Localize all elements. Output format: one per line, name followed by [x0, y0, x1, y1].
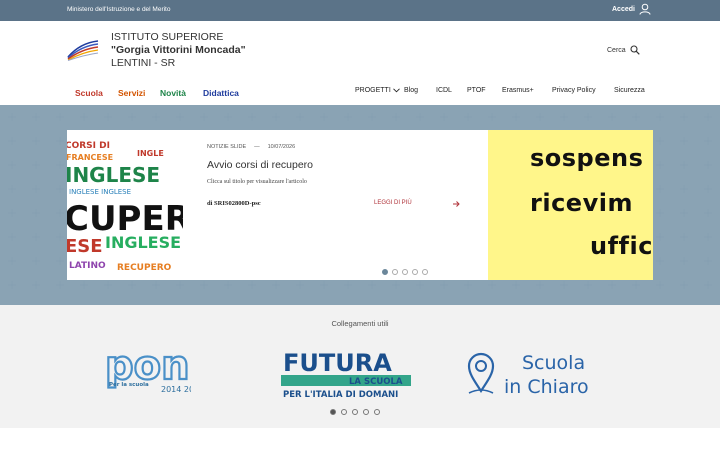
slide-separator: — — [254, 144, 260, 150]
slider-dots — [382, 269, 428, 275]
search-button[interactable]: Cerca — [607, 45, 640, 55]
slide-meta: NOTIZIE SLIDE — 10/07/2026 — [207, 144, 467, 150]
slider-dot[interactable] — [412, 269, 418, 275]
svg-text:INGLESE: INGLESE — [67, 163, 160, 187]
slide-content: NOTIZIE SLIDE — 10/07/2026 Avvio corsi d… — [207, 144, 467, 185]
nav-erasmus[interactable]: Erasmus+ — [502, 87, 552, 94]
school-name-line1: ISTITUTO SUPERIORE — [111, 31, 224, 43]
nav-sicurezza[interactable]: Sicurezza — [614, 87, 645, 94]
links-dot[interactable] — [330, 409, 336, 415]
school-name-line2: "Gorgia Vittorini Moncada" — [111, 44, 246, 56]
ministry-link[interactable]: Ministero dell'Istruzione e del Merito — [67, 6, 170, 13]
user-icon — [639, 3, 651, 15]
pon-logo-subtitle: Per la scuola — [109, 382, 149, 388]
slide-card: CORSI DI FRANCESE INGLESE CUPERO ESE ING… — [67, 130, 488, 280]
login-button[interactable]: Accedi — [612, 3, 651, 15]
scuola-in-chiaro-logo[interactable]: Scuola in Chiaro — [467, 349, 627, 399]
nav-novita[interactable]: Novità — [160, 88, 203, 98]
main-nav: Scuola Servizi Novità Didattica — [75, 88, 239, 98]
useful-links-title: Collegamenti utili — [331, 319, 389, 328]
futura-subtitle1: LA SCUOLA — [349, 377, 403, 387]
svg-text:LATINO: LATINO — [69, 261, 106, 271]
recupero-word-cloud: CORSI DI FRANCESE INGLESE CUPERO ESE ING… — [67, 141, 183, 273]
slider-dot[interactable] — [382, 269, 388, 275]
nav-progetti[interactable]: PROGETTI — [355, 87, 404, 94]
useful-links: Collegamenti utili pon Per la scuola 201… — [0, 305, 720, 428]
svg-text:INGLESE: INGLESE — [105, 233, 181, 252]
links-dot[interactable] — [363, 409, 369, 415]
arrow-right-icon — [452, 201, 460, 207]
nav-didattica[interactable]: Didattica — [203, 88, 239, 98]
svg-text:FRANCESE: FRANCESE — [67, 153, 113, 162]
preview-line2: ricevim — [530, 189, 633, 217]
school-name-line3: LENTINI - SR — [111, 57, 176, 69]
links-dots — [330, 409, 380, 415]
nav-servizi[interactable]: Servizi — [118, 88, 160, 98]
nav-progetti-label: PROGETTI — [355, 87, 391, 94]
svg-text:INGLE: INGLE — [137, 149, 164, 158]
next-slide-preview[interactable]: sospens ricevim uffic — [488, 130, 653, 280]
slide-description: Clicca sul titolo per visualizzare l'art… — [207, 179, 307, 185]
site-header: ISTITUTO SUPERIORE "Gorgia Vittorini Mon… — [0, 21, 720, 105]
secondary-nav: PROGETTI Blog ICDL PTOF Erasmus+ Privacy… — [355, 87, 645, 94]
search-icon — [630, 45, 640, 55]
top-bar: Ministero dell'Istruzione e del Merito A… — [0, 0, 720, 21]
links-dot[interactable] — [374, 409, 380, 415]
svg-text:ESE: ESE — [67, 236, 103, 257]
svg-text:RECUPERO: RECUPERO — [117, 263, 172, 273]
nav-blog[interactable]: Blog — [404, 87, 436, 94]
school-logo[interactable] — [66, 39, 100, 61]
futura-logo[interactable]: FUTURA LA SCUOLA PER L'ITALIA DI DOMANI — [281, 349, 412, 405]
nav-scuola[interactable]: Scuola — [75, 88, 118, 98]
chevron-down-icon — [392, 88, 400, 93]
futura-title: FUTURA — [283, 349, 392, 377]
preview-line3: uffic — [590, 232, 653, 260]
futura-subtitle2: PER L'ITALIA DI DOMANI — [283, 390, 398, 400]
slider-dot[interactable] — [422, 269, 428, 275]
slide-title[interactable]: Avvio corsi di recupero — [207, 159, 467, 171]
slider-dot[interactable] — [402, 269, 408, 275]
read-more-link[interactable]: LEGGI DI PIÙ — [374, 200, 460, 208]
page-bottom — [0, 428, 720, 450]
slide-author: di SRIS02800D-psc — [207, 200, 261, 207]
login-label: Accedi — [612, 5, 635, 13]
chiaro-line2: in Chiaro — [504, 376, 589, 398]
search-label: Cerca — [607, 46, 626, 54]
school-name[interactable]: ISTITUTO SUPERIORE "Gorgia Vittorini Mon… — [111, 31, 246, 70]
links-dot[interactable] — [341, 409, 347, 415]
slide-image[interactable]: CORSI DI FRANCESE INGLESE CUPERO ESE ING… — [67, 130, 183, 280]
links-dot[interactable] — [352, 409, 358, 415]
preview-line1: sospens — [530, 144, 644, 172]
nav-icdl[interactable]: ICDL — [436, 87, 467, 94]
nav-privacy-policy[interactable]: Privacy Policy — [552, 87, 614, 94]
slider-dot[interactable] — [392, 269, 398, 275]
hero-slider: CORSI DI FRANCESE INGLESE CUPERO ESE ING… — [0, 105, 720, 305]
svg-text:INGLESE INGLESE: INGLESE INGLESE — [69, 188, 131, 196]
chiaro-line1: Scuola — [522, 352, 585, 374]
nav-ptof[interactable]: PTOF — [467, 87, 502, 94]
slide-category[interactable]: NOTIZIE SLIDE — [207, 144, 246, 150]
slide-date: 10/07/2026 — [267, 144, 296, 150]
pon-logo[interactable]: pon Per la scuola 2014 2020 — [105, 347, 191, 399]
read-more-label: LEGGI DI PIÙ — [374, 200, 412, 206]
pon-logo-years: 2014 2020 — [161, 385, 191, 394]
svg-text:CORSI DI: CORSI DI — [67, 141, 110, 151]
